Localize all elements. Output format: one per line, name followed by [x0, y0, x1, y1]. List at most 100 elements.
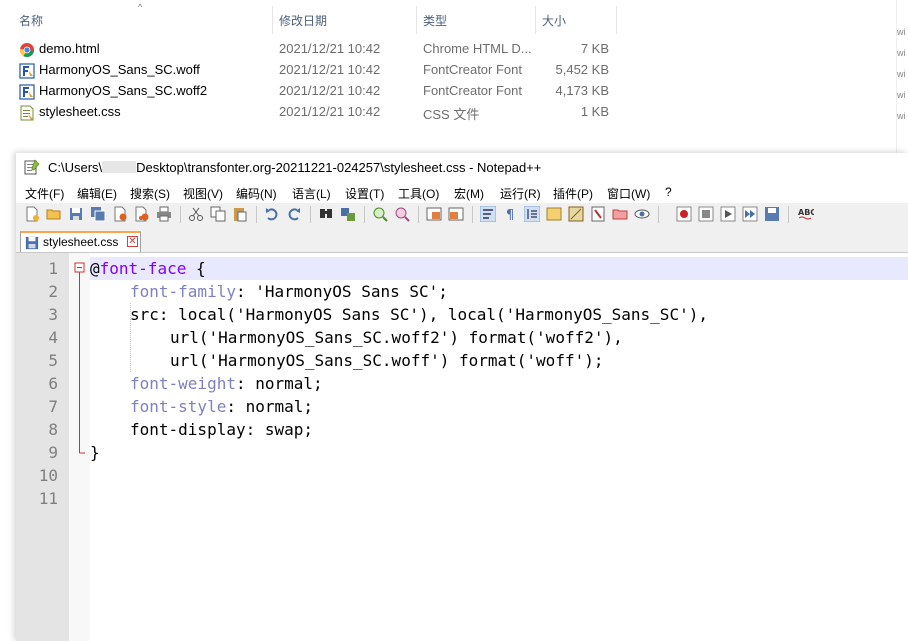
file-row-stylesheet-css[interactable]: stylesheet.css 2021/12/21 10:42 CSS 文件 1… [0, 102, 640, 123]
toolbar-separator [418, 206, 419, 223]
word-wrap-icon[interactable] [480, 206, 496, 222]
notepad-plus-plus-window: C:\Users\ Desktop\transfonter.org-2021122… [16, 153, 908, 641]
open-folder-icon[interactable] [46, 206, 62, 222]
file-date: 2021/12/21 10:42 [279, 104, 381, 119]
column-divider[interactable] [616, 6, 617, 34]
stop-recording-icon[interactable] [698, 206, 714, 222]
line-number: 6 [48, 374, 58, 393]
user-language-icon[interactable] [546, 206, 562, 222]
file-row-demo-html[interactable]: demo.html 2021/12/21 10:42 Chrome HTML D… [0, 39, 640, 60]
find-icon[interactable] [318, 206, 334, 222]
menu-run[interactable]: 运行(R) [500, 185, 541, 202]
replace-icon[interactable] [340, 206, 356, 222]
file-row-woff[interactable]: HarmonyOS_Sans_SC.woff 2021/12/21 10:42 … [0, 60, 640, 81]
save-macro-icon[interactable] [764, 206, 780, 222]
saved-file-icon [25, 236, 39, 250]
tab-close-icon[interactable]: ✕ [127, 236, 138, 247]
print-icon[interactable] [156, 206, 172, 222]
current-line-highlight [90, 257, 908, 280]
title-path-prefix: C:\Users\ [48, 160, 103, 175]
undo-icon[interactable] [264, 206, 280, 222]
fold-margin [69, 253, 90, 641]
spell-check-icon[interactable]: ABC [798, 206, 814, 222]
toolbar: ¶ ABC [16, 203, 908, 227]
sync-vertical-icon[interactable] [426, 206, 442, 222]
document-map-icon[interactable] [568, 206, 584, 222]
title-path-suffix: Desktop\transfonter.org-20211221-024257\… [136, 160, 542, 175]
playback-icon[interactable] [720, 206, 736, 222]
cut-icon[interactable] [188, 206, 204, 222]
menu-file[interactable]: 文件(F) [25, 185, 64, 202]
function-list-icon[interactable] [590, 206, 606, 222]
line-number: 7 [48, 397, 58, 416]
notepad-plus-plus-icon [24, 159, 40, 175]
at-rule-symbol: @ [90, 259, 100, 278]
code-text: : normal; [226, 397, 314, 416]
code-text: { [186, 259, 206, 278]
column-divider[interactable] [272, 6, 273, 34]
file-row-woff2[interactable]: HarmonyOS_Sans_SC.woff2 2021/12/21 10:42… [0, 81, 640, 102]
menu-window[interactable]: 窗口(W) [607, 185, 650, 202]
code-line-8: font-display: swap; [130, 420, 314, 439]
menu-search[interactable]: 搜索(S) [130, 185, 170, 202]
menu-view[interactable]: 视图(V) [183, 185, 223, 202]
file-type: CSS 文件 [423, 107, 480, 122]
toolbar-separator [472, 206, 473, 223]
file-type: FontCreator Font [423, 62, 522, 77]
column-header-type[interactable]: 类型 [423, 12, 447, 29]
show-all-characters-icon[interactable]: ¶ [502, 206, 518, 222]
file-date: 2021/12/21 10:42 [279, 41, 381, 56]
line-number: 11 [38, 489, 58, 508]
sync-horizontal-icon[interactable] [448, 206, 464, 222]
close-all-icon[interactable] [134, 206, 150, 222]
window-title: C:\Users\ Desktop\transfonter.org-2021122… [48, 160, 541, 175]
redo-icon[interactable] [286, 206, 302, 222]
copy-icon[interactable] [210, 206, 226, 222]
menu-bar: 文件(F) 编辑(E) 搜索(S) 视图(V) 编码(N) 语言(L) 设置(T… [16, 181, 908, 203]
fold-marker-icon[interactable] [69, 253, 90, 493]
line-number: 4 [48, 328, 58, 347]
folder-as-workspace-icon[interactable] [612, 206, 628, 222]
indent-guide-icon[interactable] [524, 206, 540, 222]
property-token: font-style [130, 397, 227, 416]
menu-tools[interactable]: 工具(O) [398, 185, 439, 202]
save-all-icon[interactable] [90, 206, 106, 222]
run-macro-multiple-icon[interactable] [742, 206, 758, 222]
file-type: Chrome HTML D... [423, 41, 532, 56]
line-number-gutter: 1 2 3 4 5 6 7 8 9 10 11 [16, 253, 69, 641]
paste-icon[interactable] [232, 206, 248, 222]
column-header-size[interactable]: 大小 [542, 12, 566, 29]
menu-encoding[interactable]: 编码(N) [236, 185, 277, 202]
line-number: 10 [38, 466, 58, 485]
zoom-out-icon[interactable] [394, 206, 410, 222]
menu-language[interactable]: 语言(L) [292, 185, 331, 202]
tab-stylesheet-css[interactable]: stylesheet.css ✕ [20, 231, 141, 252]
file-size: 4,173 KB [555, 83, 610, 98]
code-line-4: url('HarmonyOS_Sans_SC.woff2') format('w… [170, 328, 623, 347]
monitoring-icon[interactable] [634, 206, 650, 222]
title-bar[interactable]: C:\Users\ Desktop\transfonter.org-2021122… [16, 153, 908, 181]
css-file-icon [20, 105, 34, 121]
save-icon[interactable] [68, 206, 84, 222]
code-line-5: url('HarmonyOS_Sans_SC.woff') format('wo… [170, 351, 604, 370]
menu-plugins[interactable]: 插件(P) [553, 185, 593, 202]
column-divider[interactable] [535, 6, 536, 34]
column-header-name[interactable]: 名称 [19, 12, 43, 29]
close-file-icon[interactable] [112, 206, 128, 222]
tab-bar: stylesheet.css ✕ [16, 228, 908, 253]
menu-macro[interactable]: 宏(M) [454, 185, 484, 202]
code-editor[interactable]: 1 2 3 4 5 6 7 8 9 10 11 @font-face { fon… [16, 253, 908, 641]
fontcreator-icon [19, 84, 35, 100]
column-header-date[interactable]: 修改日期 [279, 12, 327, 29]
new-file-icon[interactable] [24, 206, 40, 222]
menu-help[interactable]: ? [665, 185, 672, 199]
code-line-3: src: local('HarmonyOS Sans SC'), local('… [130, 305, 708, 324]
menu-edit[interactable]: 编辑(E) [77, 185, 117, 202]
column-divider[interactable] [416, 6, 417, 34]
record-macro-icon[interactable] [676, 206, 692, 222]
zoom-in-icon[interactable] [372, 206, 388, 222]
toolbar-separator [364, 206, 365, 223]
menu-settings[interactable]: 设置(T) [345, 185, 384, 202]
line-number: 5 [48, 351, 58, 370]
file-name: stylesheet.css [39, 104, 121, 119]
